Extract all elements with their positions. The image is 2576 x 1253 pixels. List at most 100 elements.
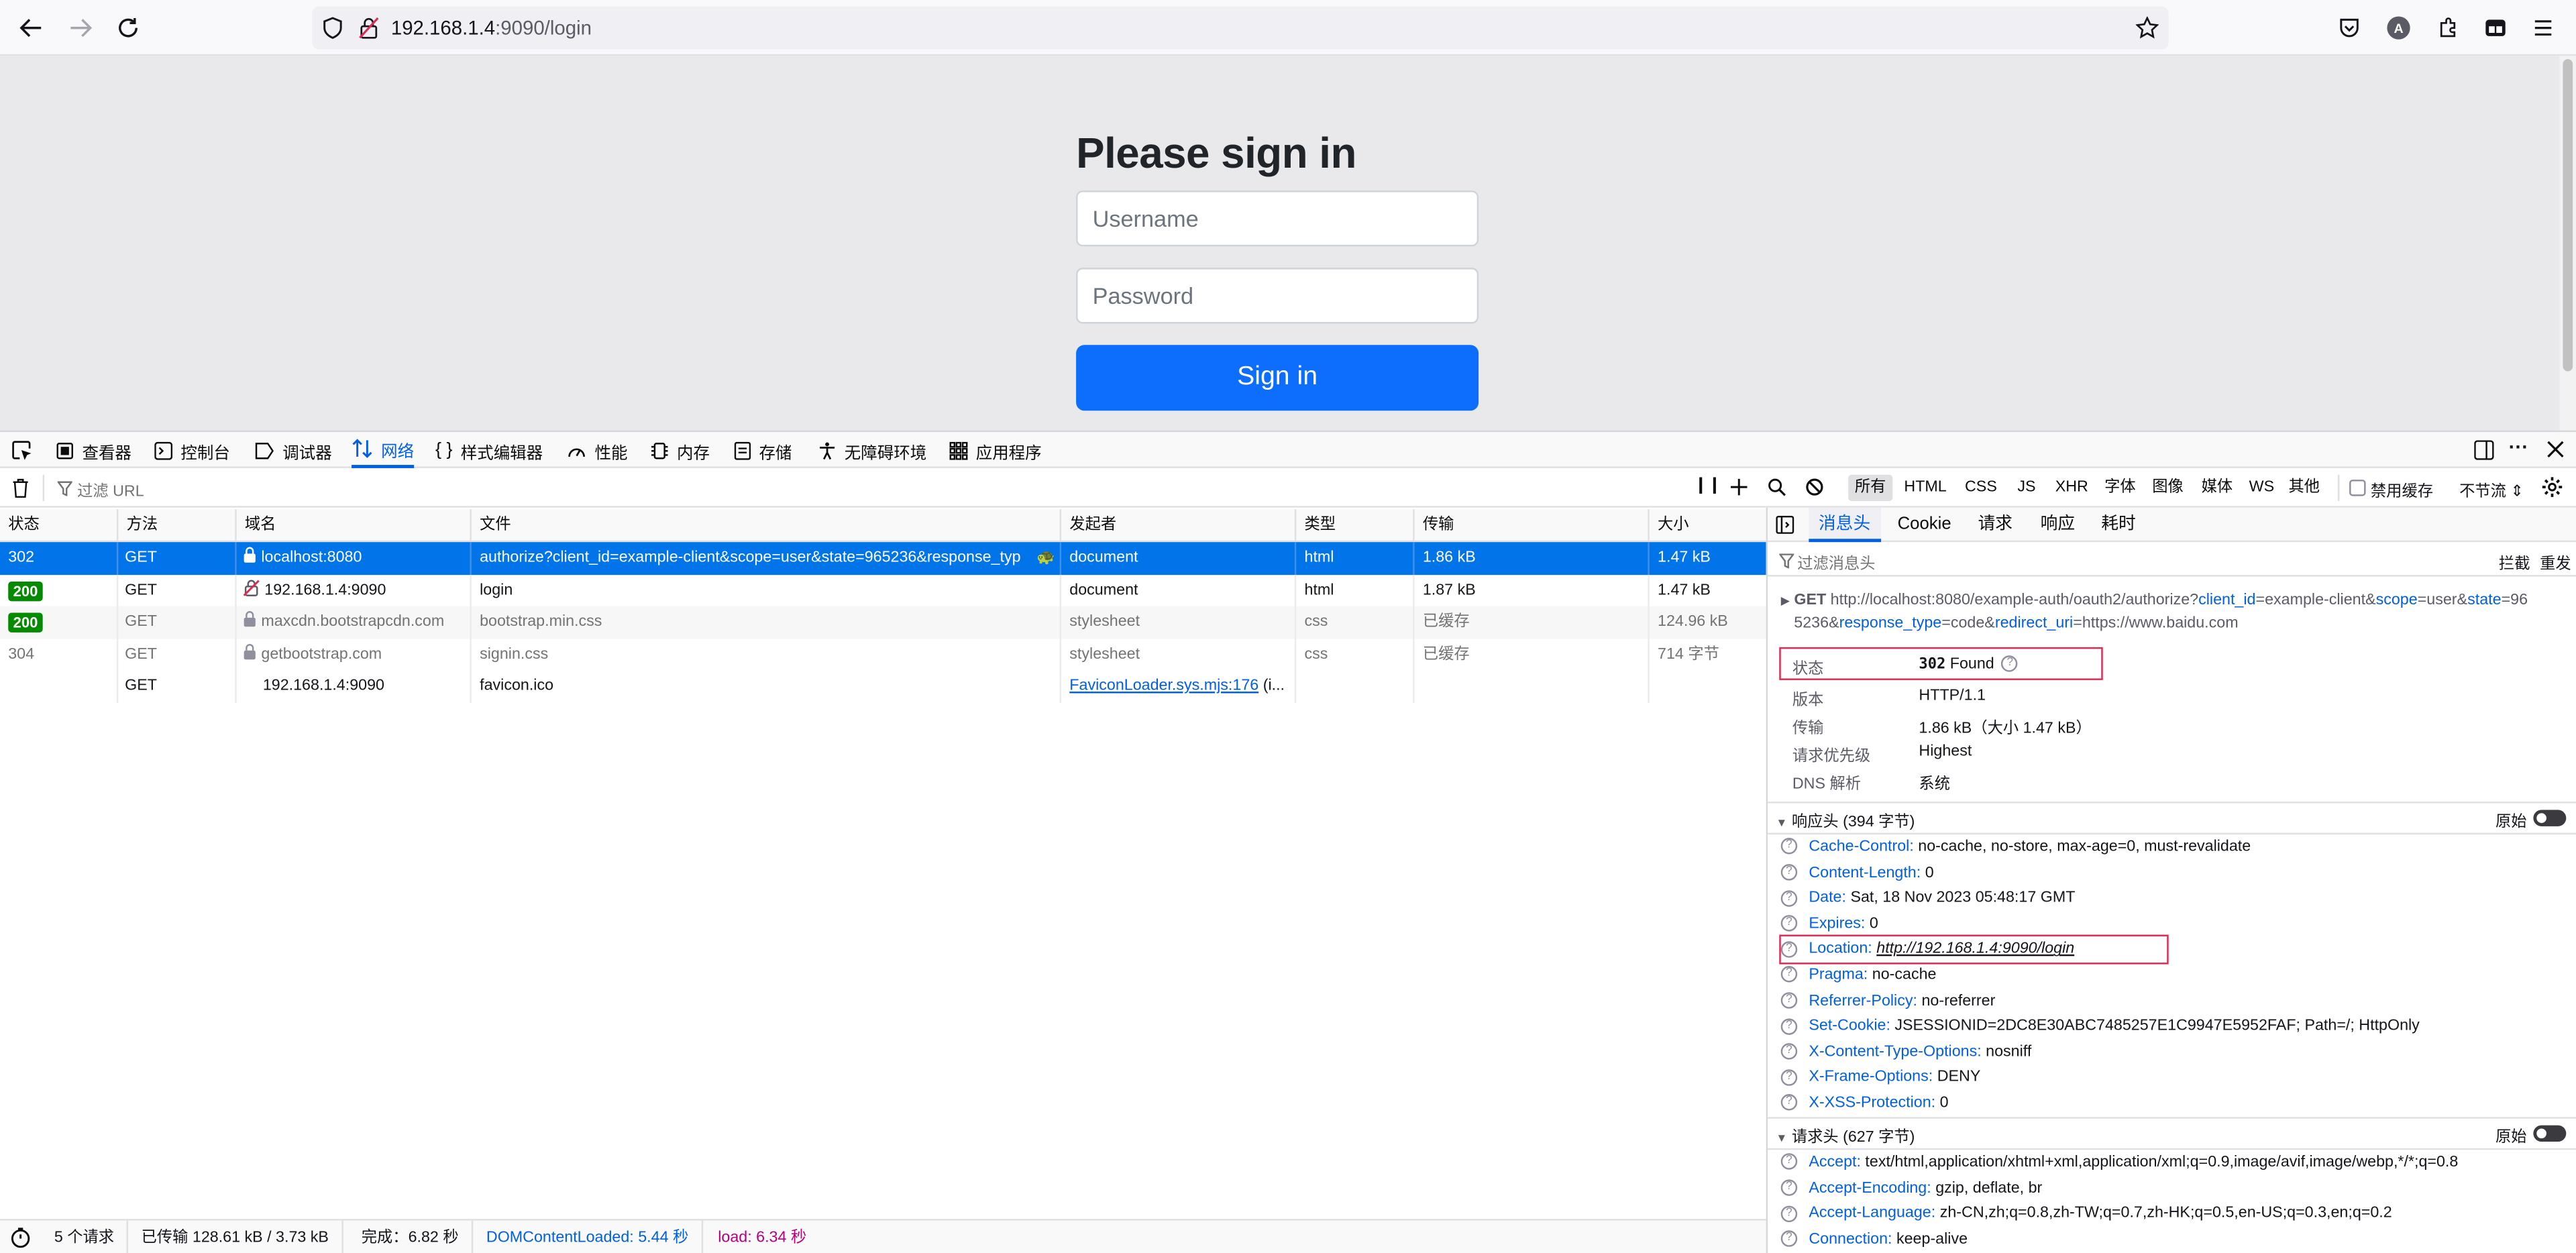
domain-cell: maxcdn.bootstrapcdn.com: [237, 606, 472, 639]
column-initiator[interactable]: 发起者: [1061, 509, 1297, 543]
raw-toggle[interactable]: [2533, 1125, 2567, 1142]
filter-fonts[interactable]: 字体: [2098, 475, 2142, 501]
stopwatch-icon[interactable]: [10, 1227, 32, 1248]
column-status[interactable]: 状态: [0, 509, 119, 543]
back-arrow-icon[interactable]: [19, 16, 42, 39]
filter-images[interactable]: 图像: [2145, 475, 2190, 501]
network-filter-bar: 过滤 URL ❙❙: [0, 468, 1766, 508]
password-input[interactable]: Password: [1076, 268, 1479, 324]
raw-toggle[interactable]: [2533, 810, 2567, 826]
dock-side-icon[interactable]: [2474, 440, 2494, 460]
add-icon[interactable]: [1730, 478, 1748, 496]
help-icon[interactable]: ?: [1780, 1018, 1798, 1034]
filter-other[interactable]: 其他: [2282, 475, 2326, 501]
tab-request[interactable]: 请求: [1968, 508, 2023, 542]
filter-headers-input[interactable]: 过滤消息头: [1797, 550, 1875, 574]
container-tabs-icon[interactable]: [2484, 16, 2507, 39]
resend-button[interactable]: 重发: [2540, 550, 2571, 574]
pocket-icon[interactable]: [2338, 16, 2361, 39]
block-button[interactable]: 拦截: [2499, 550, 2530, 574]
throttle-select[interactable]: 不节流 ⇕: [2459, 478, 2524, 501]
element-picker-icon[interactable]: [11, 440, 33, 461]
help-icon[interactable]: ?: [1780, 1154, 1798, 1170]
filter-xhr[interactable]: XHR: [2049, 475, 2095, 501]
insecure-lock-icon[interactable]: [358, 16, 380, 39]
column-file[interactable]: 文件: [472, 509, 1062, 543]
account-avatar-icon[interactable]: A: [2387, 16, 2410, 40]
tab-inspector[interactable]: 查看器: [56, 432, 131, 468]
filter-all[interactable]: 所有: [1848, 474, 1893, 501]
trash-icon[interactable]: [11, 478, 30, 498]
block-icon[interactable]: [1805, 478, 1823, 496]
initiator-link[interactable]: FaviconLoader.sys.mjs:176: [1069, 677, 1258, 695]
tab-memory[interactable]: 内存: [651, 432, 710, 468]
help-icon[interactable]: ?: [1780, 1095, 1798, 1111]
help-icon[interactable]: ?: [1780, 838, 1798, 855]
help-icon[interactable]: ?: [1780, 1179, 1798, 1197]
bookmark-star-icon[interactable]: [2135, 16, 2159, 39]
table-row[interactable]: 304 GET getbootstrap.com signin.css styl…: [0, 638, 1766, 671]
expand-triangle-icon[interactable]: ▶: [1781, 596, 1790, 608]
tab-network[interactable]: 网络: [352, 432, 415, 468]
tab-accessibility[interactable]: 无障碍环境: [818, 432, 926, 468]
tab-performance[interactable]: 性能: [567, 432, 628, 468]
help-icon[interactable]: ?: [1780, 1205, 1798, 1222]
reload-icon[interactable]: [117, 16, 140, 39]
filter-css[interactable]: CSS: [1958, 475, 2003, 501]
sign-in-button[interactable]: Sign in: [1076, 345, 1479, 411]
page-scrollbar[interactable]: [2559, 56, 2576, 431]
header-value: nosniff: [1986, 1042, 2032, 1061]
shield-icon[interactable]: [322, 16, 343, 39]
tab-cookies[interactable]: Cookie: [1888, 508, 1961, 542]
filter-media[interactable]: 媒体: [2195, 475, 2239, 501]
table-row[interactable]: 200 GET maxcdn.bootstrapcdn.com bootstra…: [0, 606, 1766, 639]
column-size[interactable]: 大小: [1650, 509, 1766, 542]
filter-url-input[interactable]: 过滤 URL: [77, 478, 144, 501]
filter-ws[interactable]: WS: [2243, 475, 2281, 501]
help-icon[interactable]: ?: [1780, 1230, 1798, 1248]
table-row[interactable]: 302 GET localhost:8080 authorize?client_…: [0, 542, 1766, 574]
help-icon[interactable]: ?: [2002, 656, 2019, 673]
filter-html[interactable]: HTML: [1898, 475, 1953, 501]
hamburger-menu-icon[interactable]: [2532, 16, 2555, 39]
search-icon[interactable]: [1768, 478, 1786, 496]
disable-cache-checkbox[interactable]: [2349, 480, 2366, 496]
help-icon[interactable]: ?: [1780, 1043, 1798, 1060]
forward-arrow-icon[interactable]: [69, 16, 93, 39]
sidebar-toggle-icon[interactable]: [1776, 515, 1794, 534]
column-transferred[interactable]: 传输: [1415, 509, 1650, 543]
help-icon[interactable]: ?: [1780, 992, 1798, 1009]
help-icon[interactable]: ?: [1780, 915, 1798, 932]
url-bar[interactable]: 192.168.1.4:9090/login: [312, 6, 2169, 50]
column-method[interactable]: 方法: [118, 509, 237, 543]
gear-icon[interactable]: [2542, 476, 2563, 498]
tab-debugger[interactable]: 调试器: [255, 432, 332, 468]
tab-response[interactable]: 响应: [2031, 508, 2085, 542]
filter-js[interactable]: JS: [2011, 475, 2043, 501]
tab-style-editor[interactable]: { } 样式编辑器: [435, 432, 543, 468]
header-value: 0: [1869, 914, 1878, 933]
initiator-cell: document: [1061, 542, 1297, 574]
help-icon[interactable]: ?: [1780, 1069, 1798, 1086]
column-domain[interactable]: 域名: [237, 509, 472, 543]
tab-timings[interactable]: 耗时: [2092, 508, 2146, 542]
request-headers-title[interactable]: ▼ 请求头 (627 字节): [1776, 1124, 1915, 1146]
pause-icon[interactable]: ❙❙: [1694, 476, 1721, 494]
column-type[interactable]: 类型: [1296, 509, 1415, 543]
extensions-puzzle-icon[interactable]: [2436, 16, 2459, 39]
tab-application[interactable]: 应用程序: [949, 432, 1042, 468]
username-input[interactable]: Username: [1076, 190, 1479, 247]
close-devtools-icon[interactable]: [2546, 440, 2565, 458]
help-icon[interactable]: ?: [1780, 889, 1798, 907]
table-row[interactable]: 200 GET 192.168.1.4:9090 login document …: [0, 574, 1766, 606]
tab-storage[interactable]: 存储: [734, 432, 792, 468]
response-headers-title[interactable]: ▼ 响应头 (394 字节): [1776, 808, 1915, 831]
tab-console[interactable]: 控制台: [154, 432, 230, 468]
tab-headers[interactable]: 消息头: [1809, 507, 1880, 543]
help-icon[interactable]: ?: [1780, 967, 1798, 983]
table-row[interactable]: GET 192.168.1.4:9090 favicon.ico Favicon…: [0, 670, 1766, 702]
url-text[interactable]: 192.168.1.4:9090/login: [391, 16, 592, 39]
scrollbar-thumb[interactable]: [2563, 59, 2573, 372]
more-options-icon[interactable]: ···: [2509, 435, 2528, 458]
help-icon[interactable]: ?: [1780, 864, 1798, 881]
